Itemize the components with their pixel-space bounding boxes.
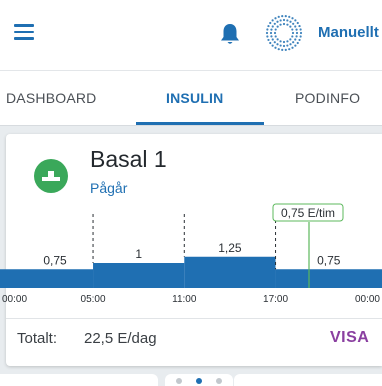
daily-total-value: 22,5 E/dag xyxy=(84,330,157,347)
basal-program-status: Pågår xyxy=(90,180,128,196)
x-tick-label: 17:00 xyxy=(263,294,288,305)
basal-segment-bar xyxy=(275,269,382,288)
hamburger-menu-icon[interactable] xyxy=(14,24,34,40)
tab-dashboard[interactable]: DASHBOARD xyxy=(6,90,96,106)
segment-rate-label: 0,75 xyxy=(317,253,341,267)
active-tab-indicator xyxy=(136,122,264,125)
bell-icon[interactable] xyxy=(219,22,241,46)
daily-total-label: Totalt: xyxy=(17,330,58,347)
view-button[interactable]: VISA xyxy=(330,329,369,347)
manual-mode-ring-icon[interactable] xyxy=(264,13,304,53)
adjacent-card-right xyxy=(234,374,382,386)
basal-rate-chart: 0,75 1 1,25 0,75 00:00 05:00 11:00 17:00 00:00 0,… xyxy=(0,203,382,305)
segment-rate-label: 1,25 xyxy=(218,241,242,255)
basal-program-icon xyxy=(34,159,68,193)
x-tick-label: 05:00 xyxy=(81,294,106,305)
segment-rate-label: 1 xyxy=(135,247,142,261)
x-tick-label: 00:00 xyxy=(2,294,27,305)
tab-bar: DASHBOARD INSULIN PODINFO xyxy=(0,70,382,126)
basal-segment-bar xyxy=(17,269,94,288)
card-divider xyxy=(6,318,382,319)
x-tick-label: 00:00 xyxy=(355,294,380,305)
page-dot-active[interactable] xyxy=(196,378,202,384)
page-dot[interactable] xyxy=(216,378,222,384)
current-rate-label: 0,75 E/tim xyxy=(281,206,335,220)
page-dot[interactable] xyxy=(176,378,182,384)
tab-podinfo[interactable]: PODINFO xyxy=(295,90,360,106)
app-header: Manuellt xyxy=(0,0,382,70)
x-tick-label: 11:00 xyxy=(172,294,197,305)
tab-insulin[interactable]: INSULIN xyxy=(166,90,223,106)
basal-segment-bar xyxy=(184,256,276,288)
page-indicator xyxy=(165,374,233,386)
adjacent-card-left xyxy=(0,374,158,386)
basal-program-title: Basal 1 xyxy=(90,146,167,172)
basal-segment-bar xyxy=(93,263,185,288)
segment-rate-label: 0,75 xyxy=(43,253,67,267)
mode-label[interactable]: Manuellt xyxy=(318,24,382,41)
